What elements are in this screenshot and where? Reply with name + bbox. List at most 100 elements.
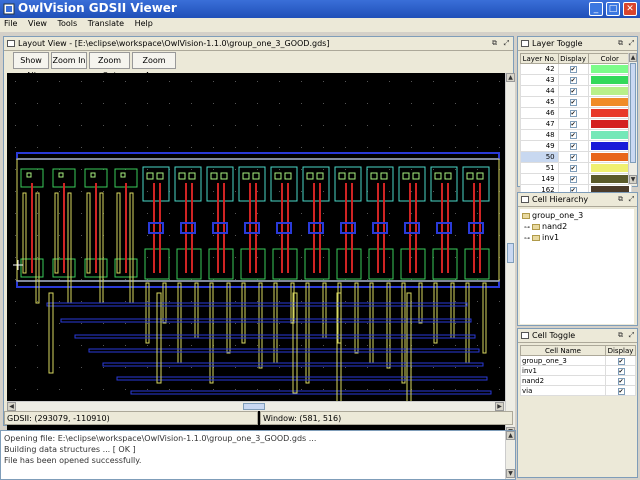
layer-display-checkbox[interactable]: ✔ [557,74,589,86]
layer-row[interactable]: 42 ✔ [520,63,633,75]
grid-dot [235,235,236,236]
layer-display-checkbox[interactable]: ✔ [557,107,589,119]
layer-row[interactable]: 48 ✔ [520,129,633,141]
contact [146,172,154,180]
folder-icon [532,234,540,241]
layer-row[interactable]: 46 ✔ [520,107,633,119]
layer-color-swatch[interactable] [587,85,633,97]
layer-color-swatch[interactable] [587,63,633,75]
tree-root[interactable]: group_one_3 [522,211,583,221]
grid-dot [455,81,456,82]
layer-scrollbar[interactable]: ▲ ▼ [628,53,637,185]
vertical-scrollbar[interactable]: ▲ ▼ [505,73,515,437]
layer-color-swatch[interactable] [587,129,633,141]
zoom-out-button[interactable]: Zoom Out [89,52,130,80]
scroll-down-icon[interactable]: ▼ [506,469,515,478]
maximize-icon[interactable]: ⤢ [502,39,511,48]
layer-color-swatch[interactable] [587,96,633,108]
layer-display-checkbox[interactable]: ✔ [557,140,589,152]
cell-row[interactable]: via ✔ [520,385,636,396]
expand-icon[interactable]: ⊶ [524,234,532,244]
layer-no-header[interactable]: Layer No. [520,53,559,64]
horizontal-scrollbar[interactable]: ◀ ▶ [7,401,505,411]
restore-icon[interactable]: ⧉ [616,195,625,204]
restore-icon[interactable]: ⧉ [616,39,625,48]
layer-display-checkbox[interactable]: ✔ [557,151,589,163]
cell-name-header[interactable]: Cell Name [520,345,606,356]
minimize-button[interactable]: _ [589,2,603,16]
layer-row[interactable]: 49 ✔ [520,140,633,152]
scroll-up-icon[interactable]: ▲ [629,53,637,62]
scroll-up-icon[interactable]: ▲ [506,73,515,82]
menu-help[interactable]: Help [131,18,157,28]
color-header[interactable]: Color [587,53,633,64]
layer-display-checkbox[interactable]: ✔ [557,162,589,174]
grid-dot [323,125,324,126]
layer-display-checkbox[interactable]: ✔ [557,63,589,75]
layer-row[interactable]: 43 ✔ [520,74,633,86]
display-header[interactable]: Display [557,53,589,64]
cell-row[interactable]: inv1 ✔ [520,365,636,376]
cell-row[interactable]: nand2 ✔ [520,375,636,386]
maximize-icon[interactable]: ⤢ [627,39,636,48]
cell-row[interactable]: group_one_3 ✔ [520,355,636,366]
layer-row[interactable]: 51 ✔ [520,162,633,174]
layer-color-swatch[interactable] [587,173,633,185]
zoom-area-button[interactable]: Zoom Area [132,52,176,80]
layer-color-swatch[interactable] [587,107,633,119]
layer-table: Layer No. Display Color 42 ✔ 43 ✔ 44 ✔ 45 ✔ 46 ✔ 4… [520,53,633,196]
maximize-icon[interactable]: ⤢ [627,331,636,340]
layer-row[interactable]: 44 ✔ [520,85,633,97]
vertical-scroll-thumb[interactable] [507,243,514,263]
menu-view[interactable]: View [24,18,51,28]
layer-color-swatch[interactable] [587,151,633,163]
grid-dot [37,323,38,324]
layer-color-swatch[interactable] [587,162,633,174]
layer-display-checkbox[interactable]: ✔ [557,96,589,108]
tree-item-nand2[interactable]: ⊶ nand2 [524,222,567,232]
restore-icon[interactable]: ⧉ [616,331,625,340]
layout-canvas[interactable] [7,73,505,437]
layer-row[interactable]: 47 ✔ [520,118,633,130]
grid-dot [15,301,16,302]
horizontal-scroll-thumb[interactable] [243,403,265,410]
layer-display-checkbox[interactable]: ✔ [557,85,589,97]
menu-file[interactable]: File [0,18,21,28]
layer-scroll-thumb[interactable] [630,63,636,163]
layer-display-checkbox[interactable]: ✔ [557,118,589,130]
cell-display-checkbox[interactable]: ✔ [605,375,636,386]
zoom-in-button[interactable]: Zoom In [51,52,87,69]
restore-icon[interactable]: ⧉ [490,39,499,48]
close-button[interactable]: ✕ [623,2,637,16]
menu-bar: File View Tools Translate Help [0,18,640,32]
metal-wire [258,282,263,369]
scroll-left-icon[interactable]: ◀ [7,402,16,411]
maximize-button[interactable]: □ [606,2,620,16]
cell-display-checkbox[interactable]: ✔ [605,385,636,396]
scroll-up-icon[interactable]: ▲ [506,431,515,440]
scroll-down-icon[interactable]: ▼ [629,175,637,184]
layer-display-checkbox[interactable]: ✔ [557,173,589,185]
layer-color-swatch[interactable] [587,74,633,86]
cell-display-header[interactable]: Display [605,345,636,356]
layer-color-swatch[interactable] [587,118,633,130]
cell-display-checkbox[interactable]: ✔ [605,355,636,366]
grid-dot [15,81,16,82]
scroll-right-icon[interactable]: ▶ [495,402,504,411]
layer-row[interactable]: 50 ✔ [520,151,633,163]
layer-color-swatch[interactable] [587,140,633,152]
cell-display-checkbox[interactable]: ✔ [605,365,636,376]
tree-item-inv1[interactable]: ⊶ inv1 [524,233,559,243]
grid-dot [147,323,148,324]
menu-tools[interactable]: Tools [53,18,81,28]
maximize-icon[interactable]: ⤢ [627,195,636,204]
expand-icon[interactable]: ⊶ [524,223,532,233]
console-scrollbar[interactable]: ▲ ▼ [505,431,515,479]
layer-row[interactable]: 45 ✔ [520,96,633,108]
grid-dot [433,235,434,236]
show-all-button[interactable]: Show All [13,52,49,80]
layer-display-checkbox[interactable]: ✔ [557,129,589,141]
layer-row[interactable]: 149 ✔ [520,173,633,185]
menu-translate[interactable]: Translate [84,18,128,28]
grid-dot [169,367,170,368]
